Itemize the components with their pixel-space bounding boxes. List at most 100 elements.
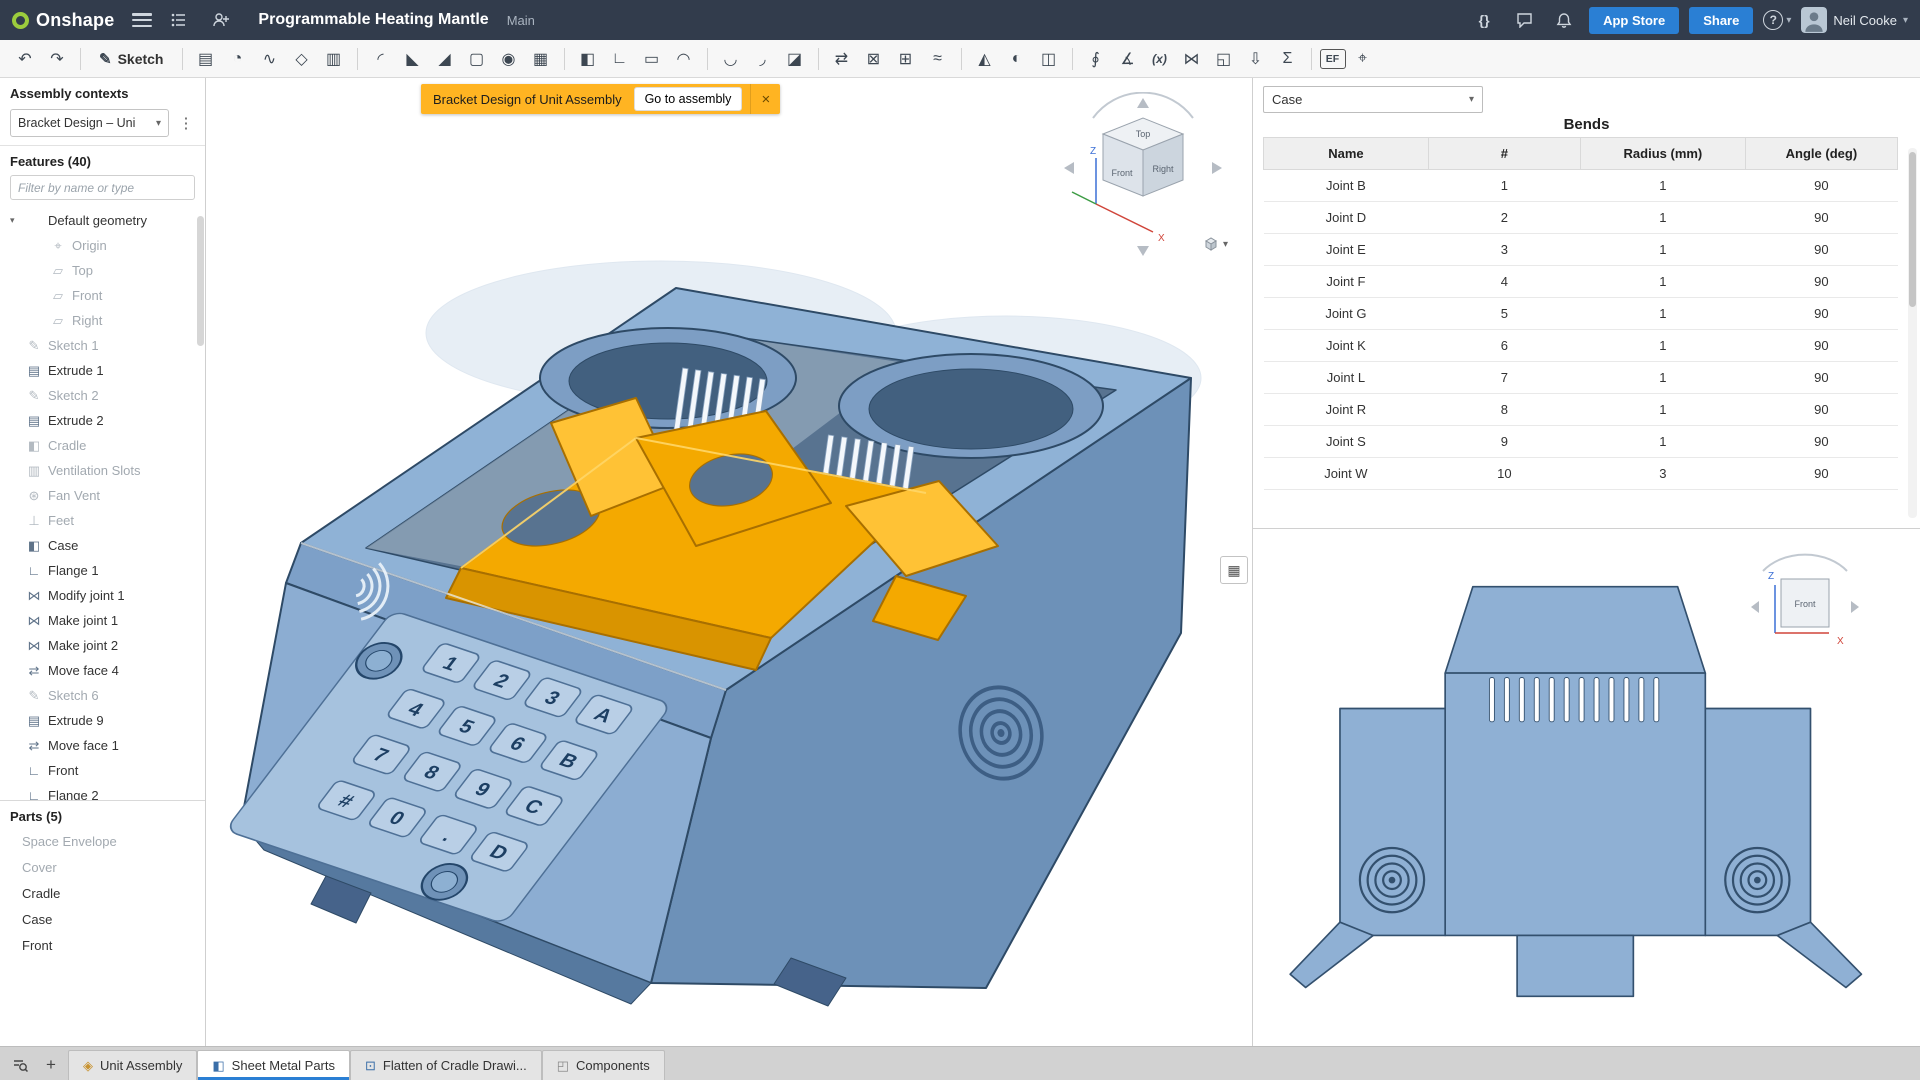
part-selector[interactable]: Case ▾ xyxy=(1263,86,1483,113)
tab-unit-assembly[interactable]: Unit Assembly xyxy=(68,1050,197,1080)
document-title[interactable]: Programmable Heating Mantle xyxy=(258,11,488,29)
bend-table-toggle-button[interactable]: ▦ xyxy=(1220,556,1248,584)
bend-row[interactable]: Joint K 6 1 90 xyxy=(1264,330,1898,362)
feature-item[interactable]: ▾ Default geometry xyxy=(0,208,205,233)
draft-icon[interactable]: ◢ xyxy=(430,45,460,73)
feature-item[interactable]: ▾ Make joint 2 xyxy=(0,633,205,658)
delete-face-icon[interactable]: ⊠ xyxy=(859,45,889,73)
feature-item[interactable]: ▾ Front xyxy=(0,283,205,308)
revolve-icon[interactable]: ◔ xyxy=(223,45,253,73)
bends-scrollbar[interactable] xyxy=(1908,148,1917,518)
feature-tree-scrollbar[interactable] xyxy=(197,216,204,346)
fillet-icon[interactable]: ◜ xyxy=(366,45,396,73)
help-menu[interactable]: ? ▾ xyxy=(1763,10,1791,30)
chevron-down-icon[interactable]: ▾ xyxy=(10,215,20,226)
loft-icon[interactable]: ◇ xyxy=(287,45,317,73)
feature-item[interactable]: ▾ Ventilation Slots xyxy=(0,458,205,483)
feature-item[interactable]: ▾ Case xyxy=(0,533,205,558)
onshape-logo[interactable]: Onshape xyxy=(12,10,114,31)
col-header-angle[interactable]: Angle (deg) xyxy=(1745,138,1897,170)
rotate-right-icon[interactable] xyxy=(1212,162,1222,174)
bend-icon[interactable]: ◠ xyxy=(669,45,699,73)
col-header-number[interactable]: # xyxy=(1428,138,1580,170)
bend-row[interactable]: Joint L 7 1 90 xyxy=(1264,362,1898,394)
linear-pattern-icon[interactable]: ▦ xyxy=(526,45,556,73)
tab-sheet-metal-parts[interactable]: Sheet Metal Parts xyxy=(197,1050,350,1080)
offset-surface-icon[interactable]: ≈ xyxy=(923,45,953,73)
part-item[interactable]: Case xyxy=(0,906,205,932)
feature-item[interactable]: ▾ Extrude 1 xyxy=(0,358,205,383)
feature-item[interactable]: ▾ Flange 1 xyxy=(0,558,205,583)
tab-flatten-of-cradle-drawing[interactable]: Flatten of Cradle Drawi... xyxy=(350,1050,542,1080)
flat-view-cube[interactable]: Front Z X xyxy=(1745,549,1865,659)
go-to-assembly-button[interactable]: Go to assembly xyxy=(634,87,743,111)
bend-row[interactable]: Joint W 10 3 90 xyxy=(1264,458,1898,490)
feature-item[interactable]: ▾ Top xyxy=(0,258,205,283)
versions-icon[interactable] xyxy=(164,6,194,34)
split-icon[interactable]: ◭ xyxy=(970,45,1000,73)
replace-face-icon[interactable]: ⊞ xyxy=(891,45,921,73)
col-header-radius[interactable]: Radius (mm) xyxy=(1580,138,1745,170)
thicken-icon[interactable]: ▥ xyxy=(319,45,349,73)
bend-row[interactable]: Joint D 2 1 90 xyxy=(1264,202,1898,234)
col-header-name[interactable]: Name xyxy=(1264,138,1429,170)
undo-icon[interactable]: ↶ xyxy=(10,45,40,73)
ef-custom-feature-icon[interactable]: EF xyxy=(1320,49,1346,69)
bend-row[interactable]: Joint R 8 1 90 xyxy=(1264,394,1898,426)
comment-icon[interactable] xyxy=(1509,6,1539,34)
feature-item[interactable]: ▾ Make joint 1 xyxy=(0,608,205,633)
import-icon[interactable]: ⇩ xyxy=(1241,45,1271,73)
rotate-right-icon[interactable] xyxy=(1851,601,1859,613)
bend-row[interactable]: Joint S 9 1 90 xyxy=(1264,426,1898,458)
sheet-metal-model-icon[interactable]: ◧ xyxy=(573,45,603,73)
feature-item[interactable]: ▾ Right xyxy=(0,308,205,333)
sweep-icon[interactable]: ∿ xyxy=(255,45,285,73)
part-item[interactable]: Front xyxy=(0,932,205,958)
feature-item[interactable]: ▾ Sketch 6 xyxy=(0,683,205,708)
redo-icon[interactable]: ↷ xyxy=(42,45,72,73)
corner-break-icon[interactable]: ◞ xyxy=(748,45,778,73)
feature-item[interactable]: ▾ Extrude 9 xyxy=(0,708,205,733)
feature-item[interactable]: ▾ Cradle xyxy=(0,433,205,458)
share-button[interactable]: Share xyxy=(1689,7,1753,34)
bend-row[interactable]: Joint F 4 1 90 xyxy=(1264,266,1898,298)
finish-sheet-metal-icon[interactable]: ◪ xyxy=(780,45,810,73)
assembly-context-selector[interactable]: Bracket Design – Uni ▾ xyxy=(10,109,169,137)
part-item[interactable]: Space Envelope xyxy=(0,828,205,854)
flat-pattern-section[interactable]: Front Z X xyxy=(1253,528,1920,1046)
mirror-icon[interactable]: ◫ xyxy=(1034,45,1064,73)
flange-icon[interactable]: ∟ xyxy=(605,45,635,73)
extrude-icon[interactable]: ▤ xyxy=(191,45,221,73)
helix-icon[interactable]: ∮ xyxy=(1081,45,1111,73)
featurescript-notices-icon[interactable]: {} xyxy=(1469,6,1499,34)
graphics-area[interactable]: 123A456B789C#0.D Bracket Design of Unit … xyxy=(206,78,1252,1046)
context-options-icon[interactable]: ⋮ xyxy=(175,110,197,136)
feature-item[interactable]: ▾ Origin xyxy=(0,233,205,258)
move-face-icon[interactable]: ⇄ xyxy=(827,45,857,73)
shell-icon[interactable]: ▢ xyxy=(462,45,492,73)
feature-item[interactable]: ▾ Feet xyxy=(0,508,205,533)
derived-icon[interactable]: ◱ xyxy=(1209,45,1239,73)
invite-collaborators-icon[interactable] xyxy=(206,6,236,34)
feature-item[interactable]: ▾ Move face 1 xyxy=(0,733,205,758)
measure-icon[interactable]: ∡ xyxy=(1113,45,1143,73)
hole-icon[interactable]: ◉ xyxy=(494,45,524,73)
sketch-button[interactable]: ✎ Sketch xyxy=(89,46,174,72)
feature-filter-input[interactable] xyxy=(10,175,195,200)
add-tab-button[interactable]: + xyxy=(37,1051,65,1079)
rotate-left-icon[interactable] xyxy=(1751,601,1759,613)
part-item[interactable]: Cover xyxy=(0,854,205,880)
rotate-down-icon[interactable] xyxy=(1137,246,1149,256)
bend-row[interactable]: Joint G 5 1 90 xyxy=(1264,298,1898,330)
rotate-left-icon[interactable] xyxy=(1064,162,1074,174)
manage-tabs-button[interactable] xyxy=(6,1051,34,1079)
bend-row[interactable]: Joint E 3 1 90 xyxy=(1264,234,1898,266)
feature-item[interactable]: ▾ Move face 4 xyxy=(0,658,205,683)
feature-item[interactable]: ▾ Flange 2 xyxy=(0,783,205,800)
feature-item[interactable]: ▾ Fan Vent xyxy=(0,483,205,508)
main-menu-icon[interactable] xyxy=(132,13,152,27)
rotate-arc[interactable] xyxy=(1763,555,1847,571)
part-item[interactable]: Cradle xyxy=(0,880,205,906)
feature-item[interactable]: ▾ Sketch 2 xyxy=(0,383,205,408)
feature-item[interactable]: ▾ Sketch 1 xyxy=(0,333,205,358)
